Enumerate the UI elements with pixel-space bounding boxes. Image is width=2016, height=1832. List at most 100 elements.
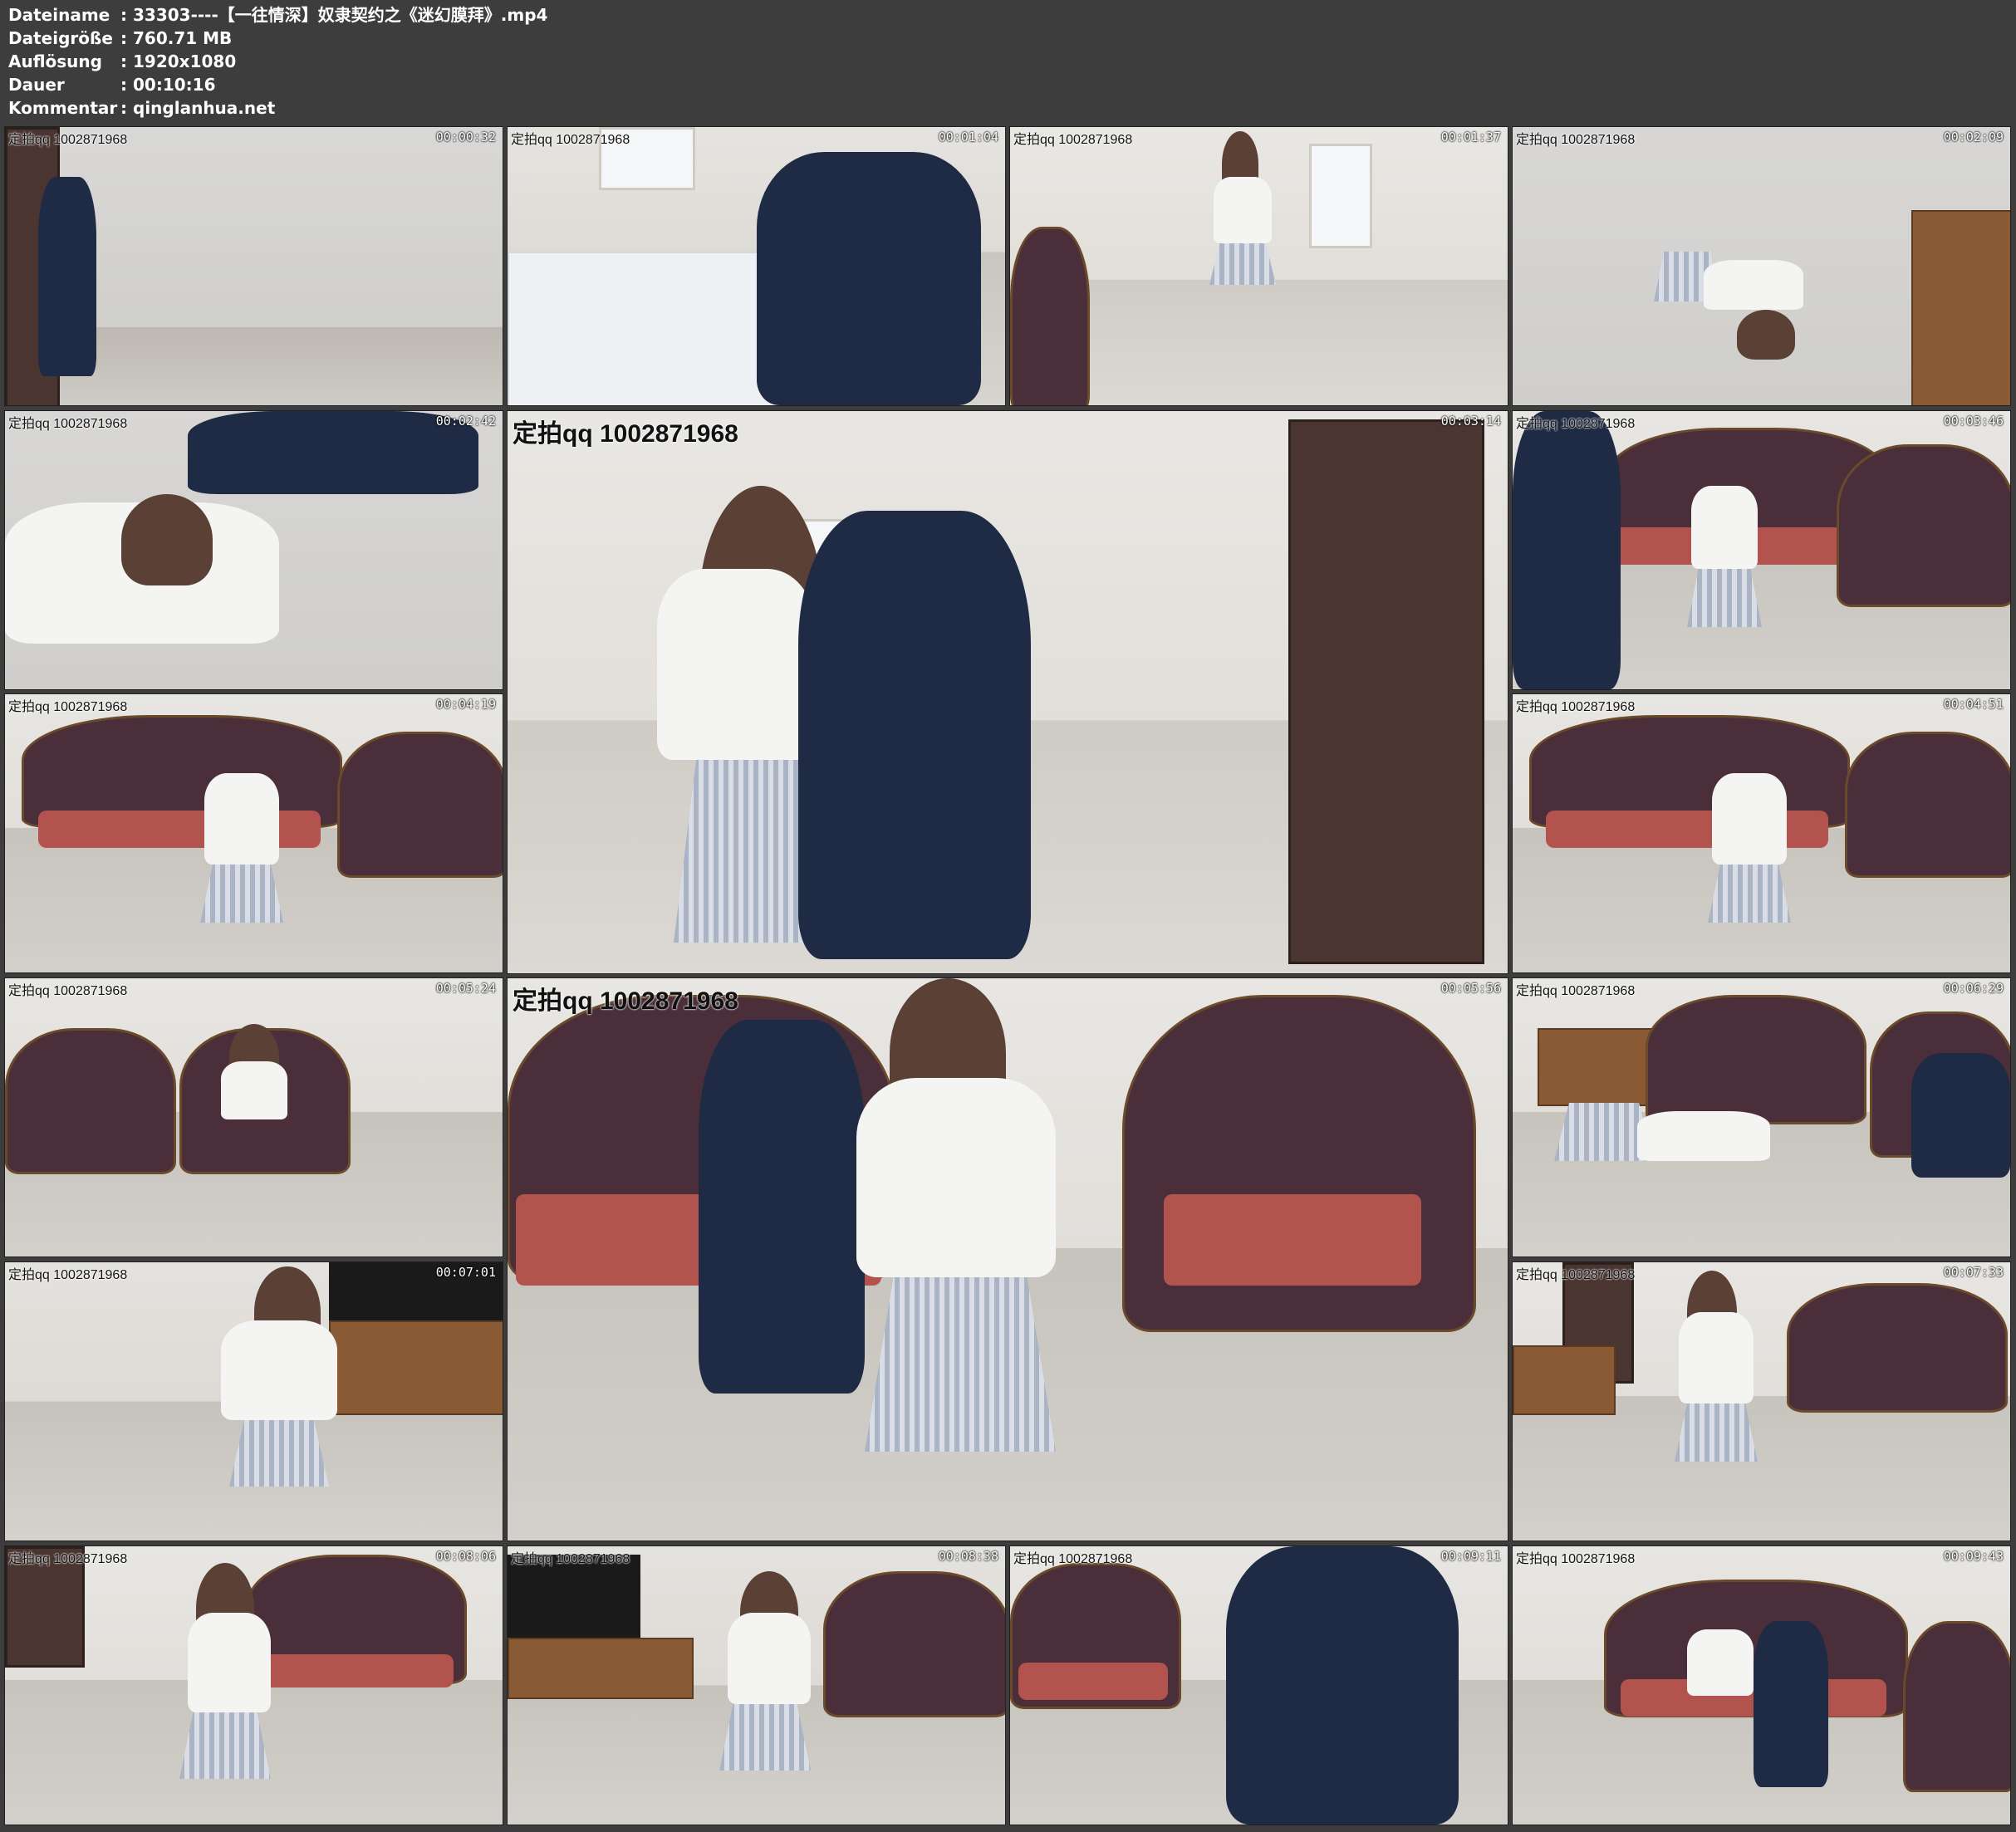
skirt-shape	[865, 1277, 1056, 1452]
watermark-text: 定拍qq 1002871968	[8, 1268, 128, 1282]
thumbnail: 定拍qq 1002871968 00:08:38	[507, 1545, 1006, 1825]
info-row-filesize: Dateigröße : 760.71 MB	[8, 27, 547, 50]
tv-shape	[508, 1555, 640, 1638]
timestamp: 00:05:24	[435, 981, 496, 996]
info-separator: :	[120, 5, 127, 25]
door-shape	[1288, 419, 1484, 964]
thumbnail: 定拍qq 1002871968 00:04:19	[4, 693, 503, 973]
legs-shape	[188, 411, 478, 494]
hair-shape	[121, 494, 213, 585]
info-key: Dauer	[8, 75, 65, 95]
shirt-shape	[1687, 1629, 1754, 1696]
info-row-comment: Kommentar : qinglanhua.net	[8, 96, 547, 120]
file-info-header: Dateiname : 33303----【一往情深】奴隶契约之《迷幻膜拜》.m…	[8, 3, 547, 120]
shirt-shape	[1704, 260, 1803, 310]
thumbnail: 定拍qq 1002871968 00:06:29	[1512, 977, 2011, 1257]
timestamp: 00:07:01	[435, 1265, 496, 1280]
hair-shape	[1737, 310, 1795, 360]
watermark-text: 定拍qq 1002871968	[1516, 700, 1636, 714]
watermark-text: 定拍qq 1002871968	[1516, 1268, 1636, 1282]
person-figure	[699, 1020, 865, 1394]
info-key: Dateiname	[8, 5, 110, 25]
thumbnail: 定拍qq 1002871968 00:09:11	[1009, 1545, 1508, 1825]
info-key: Auflösung	[8, 51, 102, 71]
watermark-text: 定拍qq 1002871968	[1013, 1552, 1133, 1566]
person-figure	[798, 511, 1031, 959]
thumbnail: 定拍qq 1002871968 00:08:06	[4, 1545, 503, 1825]
watermark-text: 定拍qq 1002871968	[8, 984, 128, 998]
skirt-shape	[200, 865, 283, 923]
info-separator: :	[120, 28, 127, 48]
info-key: Dateigröße	[8, 28, 113, 48]
skirt-shape	[229, 1420, 329, 1487]
shirt-shape	[1691, 486, 1758, 569]
skirt-shape	[719, 1704, 811, 1771]
info-separator: :	[120, 98, 127, 118]
thumbnail: 定拍qq 1002871968 00:07:33	[1512, 1261, 2011, 1541]
watermark-text: 定拍qq 1002871968	[511, 1552, 630, 1566]
thumbnail: 定拍qq 1002871968 00:05:24	[4, 977, 503, 1257]
thumbnail-large: 定拍qq 1002871968 00:05:56	[507, 977, 1508, 1541]
watermark-text: 定拍qq 1002871968	[513, 420, 738, 448]
timestamp: 00:03:14	[1440, 414, 1501, 429]
shirt-shape	[221, 1061, 287, 1119]
cabinet-shape	[1911, 210, 2010, 405]
timestamp: 00:02:09	[1943, 130, 2004, 145]
person-figure	[1513, 411, 1621, 689]
timestamp: 00:01:04	[938, 130, 998, 145]
timestamp: 00:01:37	[1440, 130, 1501, 145]
skirt-shape	[179, 1712, 271, 1779]
shirt-shape	[221, 1320, 337, 1420]
thumbnail: 定拍qq 1002871968 00:02:42	[4, 410, 503, 690]
info-value-filesize: 760.71 MB	[133, 28, 233, 48]
shirt-shape	[728, 1613, 811, 1704]
timestamp: 00:07:33	[1943, 1265, 2004, 1280]
timestamp: 00:03:46	[1943, 414, 2004, 429]
thumbnail: 定拍qq 1002871968 00:01:04	[507, 126, 1006, 406]
thumbnail-large: 定拍qq 1002871968 00:03:14	[507, 410, 1508, 974]
watermark-text: 定拍qq 1002871968	[1516, 417, 1636, 431]
shirt-shape	[204, 773, 279, 865]
timestamp: 00:02:42	[435, 414, 496, 429]
armchair-shape	[1845, 732, 2010, 878]
person-figure	[757, 152, 981, 405]
watermark-text: 定拍qq 1002871968	[1516, 984, 1636, 998]
timestamp: 00:04:19	[435, 697, 496, 712]
watermark-text: 定拍qq 1002871968	[8, 417, 128, 431]
thumbnail: 定拍qq 1002871968 00:02:09	[1512, 126, 2011, 406]
watermark-text: 定拍qq 1002871968	[1516, 1552, 1636, 1566]
skirt-shape	[1687, 569, 1762, 627]
sofa-seat-shape	[1018, 1663, 1168, 1700]
cabinet-shape	[1513, 1345, 1616, 1415]
shirt-shape	[188, 1613, 271, 1712]
person-figure	[38, 177, 96, 376]
watermark-text: 定拍qq 1002871968	[8, 133, 128, 147]
info-value-resolution: 1920x1080	[133, 51, 237, 71]
armchair-shape	[1837, 444, 2010, 607]
person-figure	[1754, 1621, 1828, 1787]
timestamp: 00:08:38	[938, 1549, 998, 1564]
watermark-text: 定拍qq 1002871968	[1013, 133, 1133, 147]
person-figure	[1911, 1053, 2010, 1178]
timestamp: 00:05:56	[1440, 981, 1501, 996]
sofa-shape	[1646, 995, 1866, 1124]
watermark-text: 定拍qq 1002871968	[8, 1552, 128, 1566]
shirt-shape	[657, 569, 815, 760]
sofa-shape	[1787, 1283, 2008, 1413]
info-key: Kommentar	[8, 98, 118, 118]
sofa-shape	[1010, 227, 1090, 405]
watermark-text: 定拍qq 1002871968	[1516, 133, 1636, 147]
shirt-shape	[1214, 177, 1272, 243]
timestamp: 00:09:11	[1440, 1549, 1501, 1564]
info-row-filename: Dateiname : 33303----【一往情深】奴隶契约之《迷幻膜拜》.m…	[8, 3, 547, 27]
shirt-shape	[1712, 773, 1787, 865]
skirt-shape	[1209, 243, 1276, 285]
person-figure	[1226, 1546, 1459, 1825]
sofa-shape	[823, 1571, 1005, 1717]
info-row-resolution: Auflösung : 1920x1080	[8, 50, 547, 73]
skirt-shape	[1708, 865, 1791, 923]
thumbnail: 定拍qq 1002871968 00:07:01	[4, 1261, 503, 1541]
armchair-shape	[1903, 1621, 2010, 1792]
shirt-shape	[1679, 1312, 1754, 1403]
info-value-filename: 33303----【一往情深】奴隶契约之《迷幻膜拜》.mp4	[133, 5, 548, 25]
